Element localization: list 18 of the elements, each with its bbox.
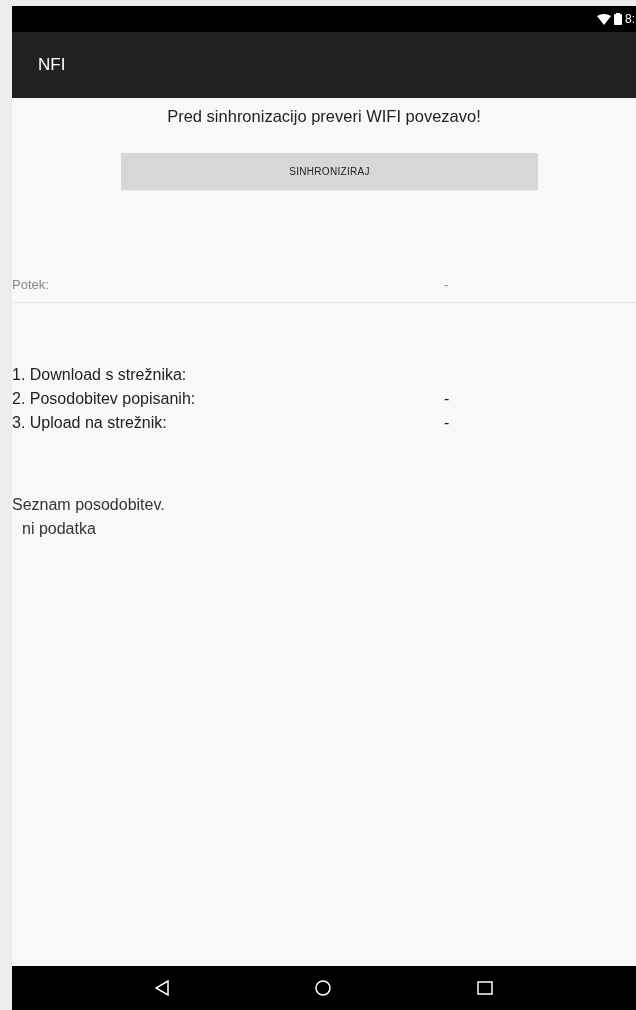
- app-title: NFI: [38, 55, 66, 75]
- step-label: 3. Upload na strežnik:: [12, 413, 168, 433]
- back-icon[interactable]: [155, 980, 169, 996]
- step-label: 1. Download s strežnika:: [12, 365, 188, 385]
- progress-label: Potek:: [12, 277, 50, 292]
- step-label: 2. Posodobitev popisanih:: [12, 389, 197, 409]
- step-value: -: [444, 413, 451, 433]
- updates-title: Seznam posodobitev.: [12, 495, 166, 515]
- battery-icon: [614, 13, 622, 25]
- step-value: -: [444, 389, 451, 409]
- sync-button[interactable]: SINHRONIZIRAJ: [121, 153, 538, 191]
- progress-value: -: [444, 277, 450, 292]
- empty-message: ni podatka: [22, 520, 96, 537]
- recents-icon[interactable]: [477, 981, 493, 995]
- home-icon[interactable]: [315, 980, 331, 996]
- wifi-notice: Pred sinhronizacijo preveri WIFI povezavo!: [167, 107, 481, 125]
- wifi-icon: [597, 13, 611, 25]
- clock-time: 8:: [625, 12, 635, 26]
